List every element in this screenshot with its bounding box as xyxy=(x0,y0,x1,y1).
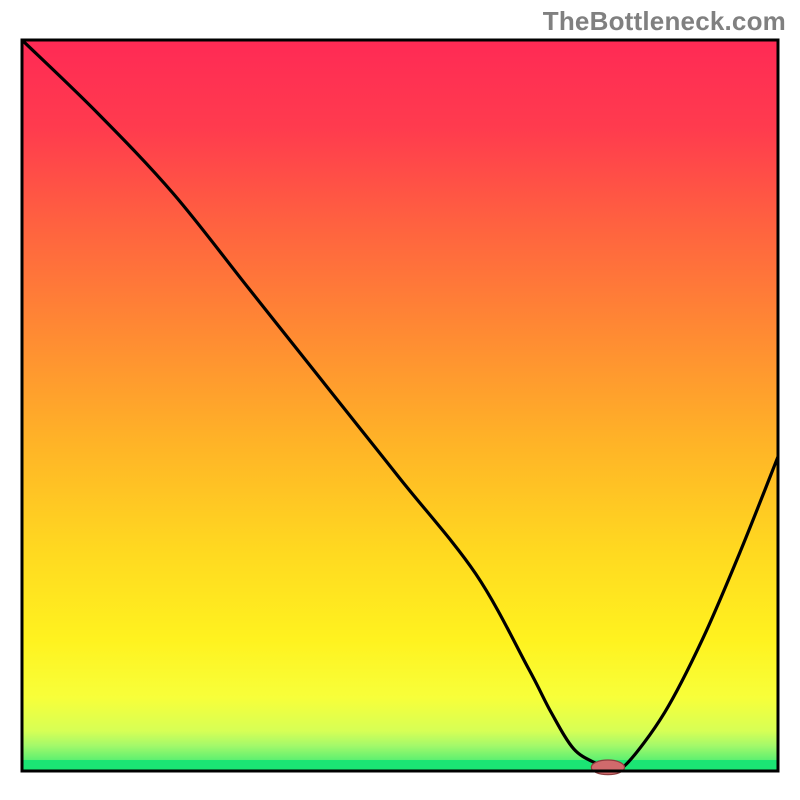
watermark-text: TheBottleneck.com xyxy=(543,6,786,37)
bottleneck-chart xyxy=(0,0,800,800)
chart-container: { "watermark": "TheBottleneck.com", "col… xyxy=(0,0,800,800)
gradient-background xyxy=(22,40,778,771)
green-band xyxy=(22,760,778,771)
